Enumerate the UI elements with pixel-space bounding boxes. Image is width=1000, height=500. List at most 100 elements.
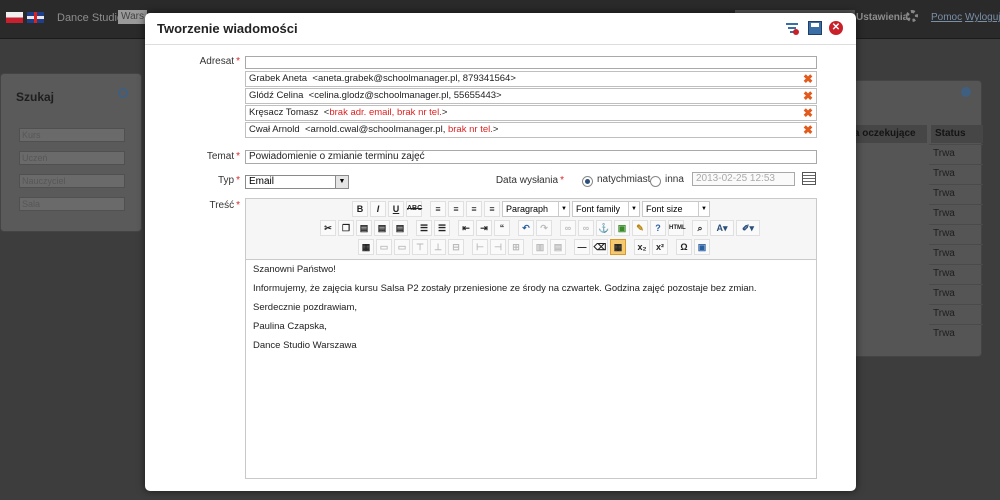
remove-recipient-icon[interactable]: ✖ <box>802 107 814 119</box>
english-flag-icon[interactable] <box>27 12 44 23</box>
column-header-status[interactable]: Status <box>931 125 983 143</box>
paste-icon[interactable]: ▤ <box>356 220 372 236</box>
html-source-icon[interactable]: HTML <box>668 220 686 236</box>
image-icon[interactable]: ▣ <box>614 220 630 236</box>
editor-toolbar-row: B I U ABC ≡ ≡ ≡ ≡ Paragraph ▼ Font family… <box>352 200 710 218</box>
send-date-input[interactable]: 2013-02-25 12:53 <box>692 172 795 186</box>
strikethrough-icon[interactable]: ABC <box>406 201 422 217</box>
room-filter-input[interactable]: Sala <box>19 197 125 211</box>
link-icon[interactable]: ∞ <box>560 220 576 236</box>
table-cell-props-icon[interactable]: ▭ <box>394 239 410 255</box>
message-line: Szanowni Państwo! <box>253 264 336 275</box>
bullet-list-icon[interactable]: ☰ <box>416 220 432 236</box>
visual-aid-icon[interactable]: ▦ <box>610 239 626 255</box>
help-icon[interactable]: ? <box>650 220 666 236</box>
gear-icon[interactable] <box>906 10 918 22</box>
send-other-radio[interactable] <box>650 176 661 187</box>
column-header-pending[interactable]: nia oczekujące <box>845 125 927 143</box>
course-filter-input[interactable]: Kurs <box>19 128 125 142</box>
delete-row-icon[interactable]: ⊟ <box>448 239 464 255</box>
insert-col-after-icon[interactable]: ⊣ <box>490 239 506 255</box>
recipient-label: Adresat * <box>199 56 240 67</box>
save-icon[interactable] <box>808 21 822 35</box>
unlink-icon[interactable]: ∞ <box>578 220 594 236</box>
toolbar-separator <box>410 220 414 236</box>
align-right-icon[interactable]: ≡ <box>466 201 482 217</box>
recipient-input[interactable] <box>245 56 817 69</box>
polish-flag-icon[interactable] <box>6 12 23 23</box>
editor-content[interactable]: Szanowni Państwo! Informujemy, że zajęci… <box>246 259 816 478</box>
special-char-icon[interactable]: Ω <box>676 239 692 255</box>
media-icon[interactable]: ▣ <box>694 239 710 255</box>
cut-icon[interactable]: ✂ <box>320 220 336 236</box>
editor-toolbar-row: ✂ ❐ ▤ ▤ ▤ ☰ ☰ ⇤ ⇥ “ ↶ ↷ ∞ ∞ ⚓ ▣ ✎ ? HTML… <box>320 219 760 237</box>
copy-icon[interactable]: ❐ <box>338 220 354 236</box>
remove-recipient-icon[interactable]: ✖ <box>802 90 814 102</box>
italic-icon[interactable]: I <box>370 201 386 217</box>
dialog-header: Tworzenie wiadomości ✕ <box>145 13 856 45</box>
table-row: Trwa <box>929 224 983 243</box>
help-icon[interactable] <box>961 87 971 97</box>
paste-word-icon[interactable]: ▤ <box>392 220 408 236</box>
remove-recipient-icon[interactable]: ✖ <box>802 73 814 85</box>
table-row: Trwa <box>929 204 983 223</box>
numbered-list-icon[interactable]: ☰ <box>434 220 450 236</box>
search-icon[interactable] <box>118 88 128 98</box>
teacher-filter-input[interactable]: Nauczyciel <box>19 174 125 188</box>
text-color-icon[interactable]: A▾ <box>710 220 734 236</box>
cleanup-icon[interactable]: ✎ <box>632 220 648 236</box>
paste-text-icon[interactable]: ▤ <box>374 220 390 236</box>
insert-row-after-icon[interactable]: ⊥ <box>430 239 446 255</box>
blockquote-icon[interactable]: “ <box>494 220 510 236</box>
send-now-radio[interactable] <box>582 176 593 187</box>
superscript-icon[interactable]: x² <box>652 239 668 255</box>
insert-row-before-icon[interactable]: ⊤ <box>412 239 428 255</box>
font-family-select[interactable]: Font family ▼ <box>572 201 640 217</box>
table-row: Trwa <box>929 164 983 183</box>
horizontal-rule-icon[interactable]: — <box>574 239 590 255</box>
insert-col-before-icon[interactable]: ⊢ <box>472 239 488 255</box>
results-panel: nia oczekujące Status Trwa Trwa Trwa Trw… <box>840 80 983 357</box>
insert-table-icon[interactable]: ▦ <box>358 239 374 255</box>
anchor-icon[interactable]: ⚓ <box>596 220 612 236</box>
calendar-icon[interactable] <box>802 172 816 185</box>
message-line: Paulina Czapska, <box>253 321 327 332</box>
chevron-down-icon: ▼ <box>335 176 348 188</box>
preview-icon[interactable]: ⌕ <box>692 220 708 236</box>
settings-link[interactable]: Ustawienia <box>856 12 908 23</box>
split-cells-icon[interactable]: ▥ <box>532 239 548 255</box>
undo-icon[interactable]: ↶ <box>518 220 534 236</box>
indent-icon[interactable]: ⇥ <box>476 220 492 236</box>
bold-icon[interactable]: B <box>352 201 368 217</box>
table-row: Trwa <box>929 264 983 283</box>
align-center-icon[interactable]: ≡ <box>448 201 464 217</box>
background-color-icon[interactable]: ✐▾ <box>736 220 760 236</box>
subscript-icon[interactable]: x₂ <box>634 239 650 255</box>
table-row: Trwa <box>929 324 983 343</box>
align-left-icon[interactable]: ≡ <box>430 201 446 217</box>
remove-format-icon[interactable]: ⌫ <box>592 239 608 255</box>
format-select[interactable]: Paragraph ▼ <box>502 201 570 217</box>
logout-link[interactable]: Wyloguj <box>965 12 1000 23</box>
underline-icon[interactable]: U <box>388 201 404 217</box>
chevron-down-icon: ▼ <box>628 202 639 216</box>
align-justify-icon[interactable]: ≡ <box>484 201 500 217</box>
recipient-item: Grabek Aneta <aneta.grabek@schoolmanager… <box>245 71 817 87</box>
close-icon[interactable]: ✕ <box>829 21 843 35</box>
school-select[interactable]: Wars <box>118 10 147 24</box>
send-date-label: Data wysłania * <box>495 175 564 186</box>
subject-input[interactable]: Powiadomienie o zmianie terminu zajęć <box>245 150 817 164</box>
table-row-props-icon[interactable]: ▭ <box>376 239 392 255</box>
remove-recipient-icon[interactable]: ✖ <box>802 124 814 136</box>
merge-cells-icon[interactable]: ▤ <box>550 239 566 255</box>
font-size-select[interactable]: Font size ▼ <box>642 201 710 217</box>
filter-icon[interactable] <box>785 21 799 35</box>
redo-icon[interactable]: ↷ <box>536 220 552 236</box>
type-select[interactable]: Email ▼ <box>245 175 349 189</box>
student-filter-input[interactable]: Uczeń <box>19 151 125 165</box>
chevron-down-icon: ▼ <box>558 202 569 216</box>
outdent-icon[interactable]: ⇤ <box>458 220 474 236</box>
message-dialog: Tworzenie wiadomości ✕ Adresat * Grabek A… <box>145 13 856 491</box>
delete-col-icon[interactable]: ⊞ <box>508 239 524 255</box>
help-link[interactable]: Pomoc <box>931 12 962 23</box>
